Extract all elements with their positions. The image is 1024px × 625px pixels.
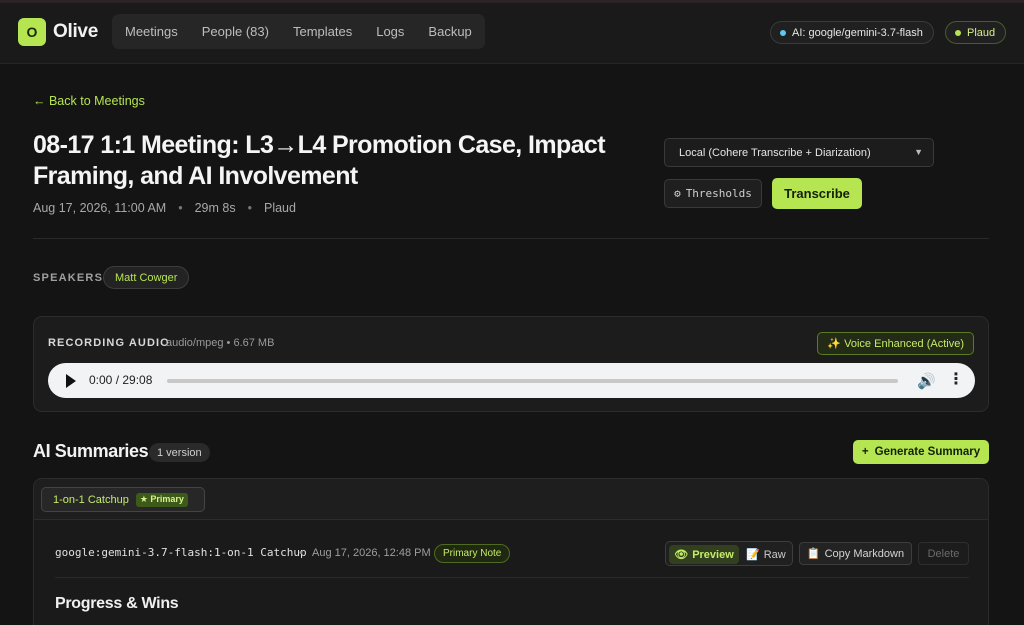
source-status[interactable]: Plaud: [945, 21, 1007, 44]
copy-markdown-button[interactable]: 📋 Copy Markdown: [799, 542, 912, 565]
primary-note-badge: Primary Note: [434, 544, 511, 563]
primary-badge: ★ Primary: [135, 492, 188, 507]
eye-icon: 👁: [674, 549, 689, 561]
speaker-chip[interactable]: Matt Cowger: [103, 266, 190, 289]
note-date: Aug 17, 2026, 12:48 PM: [312, 547, 431, 559]
transcription-engine-value: Local (Cohere Transcribe + Diarization): [679, 146, 871, 159]
audio-progress-track[interactable]: [167, 379, 898, 383]
summary-card: 1-on-1 Catchup ★ Primary google:gemini-3…: [33, 478, 989, 625]
top-navbar: O Olive Meetings People (83) Templates L…: [0, 3, 1024, 64]
meta-separator: •: [178, 201, 183, 215]
speakers-label: SPEAKERS:: [33, 272, 108, 284]
nav-tab-meetings[interactable]: Meetings: [125, 24, 178, 39]
recording-audio-card: RECORDING AUDIO audio/mpeg • 6.67 MB ✨ V…: [33, 316, 989, 412]
note-identifier: google:gemini-3.7-flash:1-on-1 Catchup: [55, 546, 307, 559]
preview-button[interactable]: 👁 Preview: [669, 545, 739, 564]
transcription-engine-select[interactable]: Local (Cohere Transcribe + Diarization) …: [664, 138, 934, 167]
audio-time: 0:00 / 29:08: [89, 373, 153, 387]
voice-enhanced-toggle[interactable]: ✨ Voice Enhanced (Active): [817, 332, 974, 355]
preview-label: Preview: [692, 548, 734, 561]
thresholds-button[interactable]: ⚙ Thresholds: [664, 179, 762, 208]
ai-summaries-heading: AI Summaries: [33, 441, 149, 461]
raw-label: Raw: [763, 548, 786, 561]
source-status-dot-icon: [955, 29, 961, 36]
meeting-duration: 29m 8s: [194, 201, 236, 215]
nav-tab-templates[interactable]: Templates: [293, 24, 352, 39]
delete-button[interactable]: Delete: [918, 542, 969, 565]
nav-tab-backup[interactable]: Backup: [428, 24, 471, 39]
page-title: 08-17 1:1 Meeting: L3→L4 Promotion Case,…: [33, 131, 606, 190]
generate-summary-label: Generate Summary: [874, 446, 981, 458]
meeting-date: Aug 17, 2026, 11:00 AM: [33, 201, 167, 215]
ai-model-status[interactable]: AI: google/gemini-3.7-flash: [770, 21, 934, 44]
nav-tab-logs[interactable]: Logs: [376, 24, 404, 39]
generate-summary-button[interactable]: + Generate Summary: [853, 440, 989, 464]
app-logo-icon[interactable]: O: [18, 18, 46, 46]
main-nav: Meetings People (83) Templates Logs Back…: [112, 14, 485, 49]
raw-button[interactable]: 📝 Raw: [746, 545, 786, 564]
nav-tab-people[interactable]: People (83): [202, 24, 269, 39]
app-name[interactable]: Olive: [53, 21, 98, 43]
gear-icon: ⚙: [674, 187, 681, 200]
view-mode-toggle: 👁 Preview 📝 Raw: [665, 541, 793, 566]
summary-divider: [55, 577, 969, 578]
clipboard-icon: 📋: [806, 548, 821, 560]
transcribe-button[interactable]: Transcribe: [772, 178, 862, 209]
ai-model-label: AI: google/gemini-3.7-flash: [792, 26, 923, 39]
summary-version-label: 1-on-1 Catchup: [53, 493, 129, 506]
thresholds-label: Thresholds: [685, 187, 752, 200]
summary-version-tab[interactable]: 1-on-1 Catchup ★ Primary: [41, 487, 205, 512]
volume-icon[interactable]: 🔊: [917, 372, 936, 390]
note-separator: •: [299, 547, 303, 559]
version-count-badge: 1 version: [149, 443, 210, 462]
summary-version-tabbar: 1-on-1 Catchup ★ Primary: [34, 479, 988, 520]
chevron-down-icon: ▼: [914, 147, 923, 157]
audio-player: 0:00 / 29:08 🔊 ⋮: [48, 363, 975, 398]
ai-status-dot-icon: [780, 29, 786, 36]
header-divider: [33, 238, 989, 239]
source-label: Plaud: [967, 26, 996, 39]
meta-separator: •: [247, 201, 252, 215]
meeting-meta: Aug 17, 2026, 11:00 AM • 29m 8s • Plaud: [33, 201, 296, 215]
recording-file-meta: audio/mpeg • 6.67 MB: [166, 337, 275, 349]
meeting-source: Plaud: [263, 201, 296, 215]
recording-audio-label: RECORDING AUDIO: [48, 337, 170, 349]
plus-icon: +: [861, 446, 869, 458]
copy-markdown-label: Copy Markdown: [824, 547, 905, 560]
more-options-icon[interactable]: ⋮: [948, 369, 964, 389]
play-icon[interactable]: [66, 374, 76, 388]
back-to-meetings-link[interactable]: ← Back to Meetings: [33, 94, 145, 108]
memo-icon: 📝: [746, 549, 760, 561]
summary-section-heading: Progress & Wins: [55, 595, 179, 612]
